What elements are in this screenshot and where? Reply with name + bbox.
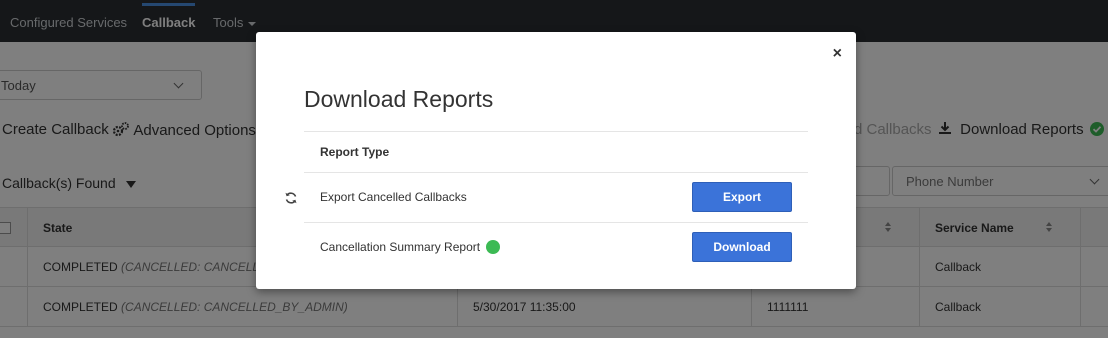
modal-title: Download Reports <box>304 86 494 112</box>
download-reports-modal: × Download Reports Report Type Export Ca… <box>256 32 856 289</box>
report-type-table: Report Type Export Cancelled Callbacks E… <box>285 131 808 272</box>
close-icon[interactable]: × <box>833 46 842 62</box>
report-table-header: Report Type <box>304 131 808 173</box>
check-circle-icon <box>486 239 501 265</box>
report-label: Export Cancelled Callbacks <box>320 190 467 204</box>
report-row-download: Cancellation Summary Report Download <box>304 223 808 272</box>
report-label: Cancellation Summary Report <box>320 240 481 254</box>
export-button[interactable]: Export <box>692 182 792 212</box>
download-button[interactable]: Download <box>692 232 792 262</box>
report-label-wrapper: Cancellation Summary Report <box>320 223 501 272</box>
report-row-export: Export Cancelled Callbacks Export <box>285 173 808 223</box>
column-header-report-type: Report Type <box>320 145 390 159</box>
refresh-icon[interactable] <box>284 191 298 205</box>
